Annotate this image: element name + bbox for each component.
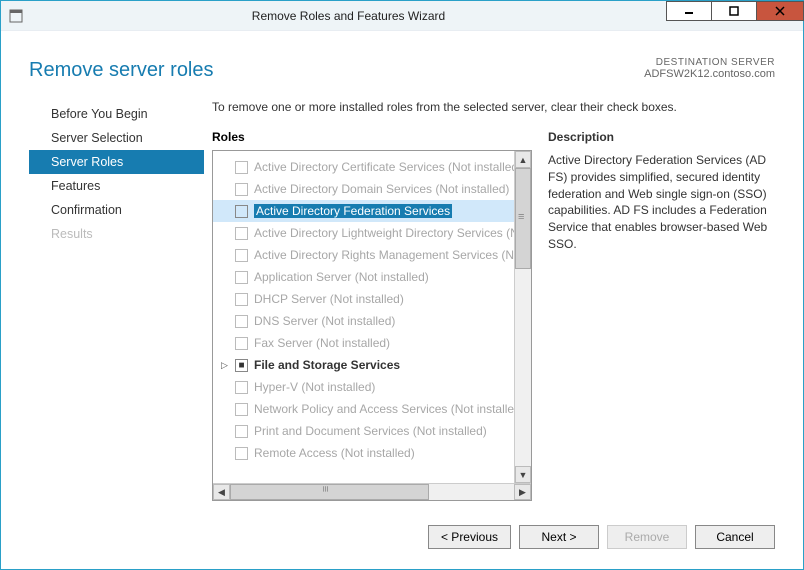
role-label: Active Directory Domain Services (Not in… — [254, 182, 509, 196]
sidebar-step-results: Results — [29, 222, 204, 246]
window-title: Remove Roles and Features Wizard — [31, 9, 666, 23]
role-item: Fax Server (Not installed) — [213, 332, 531, 354]
description-column: Description Active Directory Federation … — [548, 130, 775, 501]
role-label: Active Directory Rights Management Servi… — [254, 248, 527, 262]
role-checkbox — [235, 183, 248, 196]
role-label: File and Storage Services — [254, 358, 400, 372]
vscroll-thumb[interactable] — [515, 168, 531, 269]
description-heading: Description — [548, 130, 775, 144]
role-label: Active Directory Federation Services — [254, 204, 452, 218]
titlebar: Remove Roles and Features Wizard — [1, 1, 803, 31]
header-row: Remove server roles DESTINATION SERVER A… — [29, 51, 775, 100]
destination-server: ADFSW2K12.contoso.com — [644, 68, 775, 80]
scroll-up-arrow-icon[interactable]: ▲ — [515, 151, 531, 168]
role-item: Remote Access (Not installed) — [213, 442, 531, 464]
role-label: Active Directory Lightweight Directory S… — [254, 226, 527, 240]
expand-icon[interactable]: ▷ — [221, 360, 228, 371]
sidebar-step-before-you-begin[interactable]: Before You Begin — [29, 102, 204, 126]
role-label: Remote Access (Not installed) — [254, 446, 415, 460]
wizard-steps-sidebar: Before You BeginServer SelectionServer R… — [29, 100, 204, 501]
window-buttons — [666, 1, 803, 30]
role-item: DHCP Server (Not installed) — [213, 288, 531, 310]
app-icon — [1, 9, 31, 23]
previous-button[interactable]: < Previous — [428, 525, 511, 549]
roles-listbox: Active Directory Certificate Services (N… — [212, 150, 532, 501]
role-checkbox — [235, 447, 248, 460]
footer-buttons: < Previous Next > Remove Cancel — [1, 511, 803, 569]
role-label: Application Server (Not installed) — [254, 270, 429, 284]
role-label: Network Policy and Access Services (Not … — [254, 402, 525, 416]
hscroll-thumb[interactable] — [230, 484, 429, 500]
hscroll-track[interactable] — [230, 484, 514, 500]
role-item: Active Directory Certificate Services (N… — [213, 156, 531, 178]
role-label: Hyper-V (Not installed) — [254, 380, 375, 394]
role-label: Active Directory Certificate Services (N… — [254, 160, 522, 174]
wizard-window: Remove Roles and Features Wizard Remove … — [0, 0, 804, 570]
scroll-right-arrow-icon[interactable]: ▶ — [514, 484, 531, 500]
role-item: Application Server (Not installed) — [213, 266, 531, 288]
role-label: Fax Server (Not installed) — [254, 336, 390, 350]
sidebar-step-server-selection[interactable]: Server Selection — [29, 126, 204, 150]
role-label: Print and Document Services (Not install… — [254, 424, 487, 438]
role-item: Print and Document Services (Not install… — [213, 420, 531, 442]
role-item: Active Directory Domain Services (Not in… — [213, 178, 531, 200]
role-label: DNS Server (Not installed) — [254, 314, 395, 328]
role-checkbox — [235, 425, 248, 438]
role-checkbox — [235, 315, 248, 328]
minimize-button[interactable] — [666, 1, 712, 21]
role-checkbox — [235, 271, 248, 284]
maximize-button[interactable] — [711, 1, 757, 21]
main-panel: To remove one or more installed roles fr… — [204, 100, 775, 501]
role-item: Hyper-V (Not installed) — [213, 376, 531, 398]
destination-label: DESTINATION SERVER — [644, 57, 775, 68]
remove-button[interactable]: Remove — [607, 525, 687, 549]
next-button[interactable]: Next > — [519, 525, 599, 549]
body-row: Before You BeginServer SelectionServer R… — [29, 100, 775, 501]
page-title: Remove server roles — [29, 59, 214, 82]
roles-column: Roles Active Directory Certificate Servi… — [212, 130, 532, 501]
cancel-button[interactable]: Cancel — [695, 525, 775, 549]
role-item[interactable]: Active Directory Federation Services — [213, 200, 531, 222]
role-checkbox — [235, 249, 248, 262]
description-text: Active Directory Federation Services (AD… — [548, 152, 775, 253]
role-item: Active Directory Lightweight Directory S… — [213, 222, 531, 244]
destination-info: DESTINATION SERVER ADFSW2K12.contoso.com — [644, 57, 775, 80]
list-row: Roles Active Directory Certificate Servi… — [212, 130, 775, 501]
role-checkbox[interactable] — [235, 205, 248, 218]
horizontal-scrollbar[interactable]: ◀ ▶ — [213, 483, 531, 500]
role-checkbox — [235, 403, 248, 416]
close-button[interactable] — [756, 1, 804, 21]
content-area: Remove server roles DESTINATION SERVER A… — [1, 31, 803, 511]
scroll-left-arrow-icon[interactable]: ◀ — [213, 484, 230, 500]
roles-heading: Roles — [212, 130, 532, 144]
sidebar-step-server-roles[interactable]: Server Roles — [29, 150, 204, 174]
role-checkbox — [235, 381, 248, 394]
sidebar-step-features[interactable]: Features — [29, 174, 204, 198]
role-checkbox[interactable]: ■ — [235, 359, 248, 372]
role-item: Active Directory Rights Management Servi… — [213, 244, 531, 266]
sidebar-step-confirmation[interactable]: Confirmation — [29, 198, 204, 222]
role-checkbox — [235, 161, 248, 174]
role-item[interactable]: ▷ ■ File and Storage Services — [213, 354, 531, 376]
role-item: Network Policy and Access Services (Not … — [213, 398, 531, 420]
role-label: DHCP Server (Not installed) — [254, 292, 404, 306]
role-checkbox — [235, 293, 248, 306]
role-checkbox — [235, 227, 248, 240]
instruction-text: To remove one or more installed roles fr… — [212, 100, 775, 114]
vscroll-track[interactable] — [515, 168, 531, 466]
roles-scroll-area[interactable]: Active Directory Certificate Services (N… — [213, 151, 531, 483]
scroll-down-arrow-icon[interactable]: ▼ — [515, 466, 531, 483]
role-item: DNS Server (Not installed) — [213, 310, 531, 332]
vertical-scrollbar[interactable]: ▲ ▼ — [514, 151, 531, 483]
role-checkbox — [235, 337, 248, 350]
